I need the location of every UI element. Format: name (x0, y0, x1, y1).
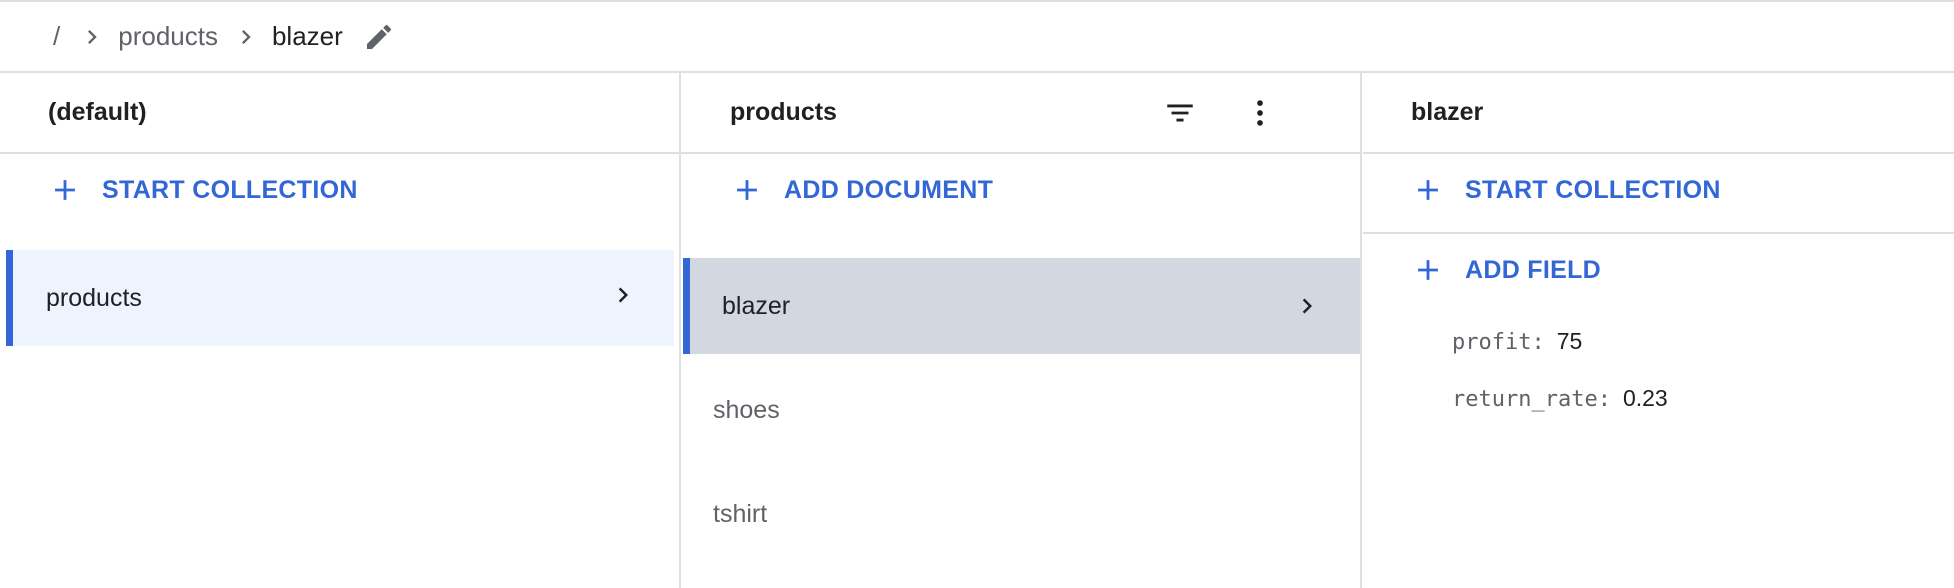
field-value: 75 (1556, 328, 1583, 354)
add-document-label: ADD DOCUMENT (784, 175, 994, 204)
plus-icon (1418, 180, 1438, 200)
field-value: 0.23 (1622, 385, 1668, 411)
plus-icon (1418, 260, 1438, 280)
document-column-header: blazer (1363, 73, 1954, 154)
breadcrumb-root[interactable]: / (53, 21, 60, 52)
document-item-shoes[interactable]: shoes (713, 380, 1313, 440)
collection-item-products[interactable]: products (6, 250, 674, 346)
plus-icon (55, 180, 75, 200)
field-row-profit[interactable]: profit: 75 (1452, 328, 1582, 355)
field-key: return_rate: (1452, 387, 1611, 412)
breadcrumb-item-products[interactable]: products (118, 21, 218, 52)
plus-icon (737, 180, 757, 200)
chevron-right-icon (618, 287, 628, 303)
firestore-data-viewer: / products blazer (default) START COLLEC… (0, 0, 1954, 588)
list-item-label: products (46, 283, 142, 312)
pencil-icon[interactable] (363, 21, 395, 53)
list-item-label: blazer (722, 291, 791, 320)
start-subcollection-button[interactable]: START COLLECTION (1411, 173, 1721, 207)
chevron-right-icon (1302, 298, 1312, 314)
list-item-label: shoes (713, 395, 780, 424)
document-column: blazer START COLLECTION ADD FIELD profit… (1363, 73, 1954, 588)
breadcrumb: / products blazer (0, 0, 1954, 73)
add-document-button[interactable]: ADD DOCUMENT (730, 173, 993, 207)
start-collection-label: START COLLECTION (1465, 175, 1721, 204)
more-vert-icon (1257, 99, 1263, 126)
add-field-button[interactable]: ADD FIELD (1411, 253, 1601, 287)
document-item-blazer[interactable]: blazer (683, 258, 1360, 354)
start-collection-button[interactable]: START COLLECTION (48, 173, 358, 207)
add-field-label: ADD FIELD (1465, 255, 1602, 284)
chevron-right-icon (242, 29, 251, 44)
filter-icon (1167, 104, 1193, 121)
database-column-header: (default) (0, 73, 679, 154)
document-title: blazer (1411, 98, 1484, 126)
database-title: (default) (48, 98, 147, 126)
field-row-return-rate[interactable]: return_rate: 0.23 (1452, 385, 1668, 412)
divider (1363, 232, 1954, 234)
collection-column: products ADD DOCUMENT blazer shoes tshir… (681, 73, 1362, 588)
breadcrumb-item-blazer: blazer (271, 21, 343, 51)
start-collection-label: START COLLECTION (102, 175, 358, 204)
filter-button[interactable] (1158, 91, 1202, 135)
field-key: profit: (1452, 330, 1545, 355)
chevron-right-icon (88, 29, 97, 44)
more-options-button[interactable] (1238, 91, 1282, 135)
collection-column-header: products (681, 73, 1360, 154)
collection-title: products (730, 98, 837, 126)
document-item-tshirt[interactable]: tshirt (713, 484, 1313, 544)
list-item-label: tshirt (713, 499, 768, 528)
collection-header-actions (1158, 73, 1282, 152)
database-column: (default) START COLLECTION products (0, 73, 681, 588)
